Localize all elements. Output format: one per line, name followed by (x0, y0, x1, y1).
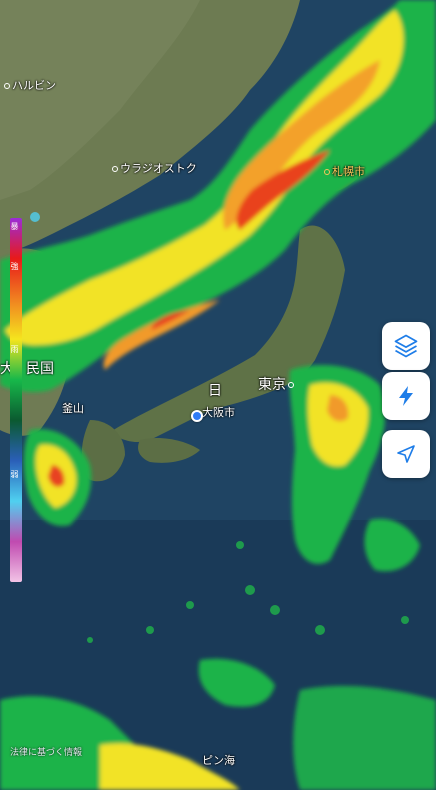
location-arrow-icon (397, 445, 415, 463)
locate-button[interactable] (382, 430, 430, 478)
layers-icon (394, 334, 418, 358)
label-korea-partial-b: 民国 (26, 361, 54, 377)
label-harbin: ハルビン (4, 77, 56, 93)
precipitation-legend (10, 218, 22, 582)
lightning-button[interactable] (382, 372, 430, 420)
legend-label-top: 暴 (10, 222, 19, 230)
label-vladivostok: ウラジオストク (112, 160, 197, 176)
label-osaka: 大阪市 (202, 406, 235, 419)
legend-label-upper: 強 (10, 262, 19, 270)
attribution-text[interactable]: 法律に基づく情報 (10, 745, 82, 758)
current-location-pin[interactable] (191, 410, 203, 422)
radar-map[interactable]: ハルビン ウラジオストク 札幌市 東京 日 大阪市 釜山 民国 大 ピン海 暴 … (0, 0, 436, 790)
label-sapporo: 札幌市 (324, 163, 365, 179)
label-tokyo: 東京 (258, 374, 296, 394)
label-sea: ピン海 (202, 754, 235, 767)
label-japan-char: 日 (208, 383, 222, 399)
label-busan: 釜山 (62, 402, 84, 415)
layers-button[interactable] (382, 322, 430, 370)
legend-label-lower: 弱 (10, 470, 19, 478)
legend-label-middle: 雨 (10, 345, 19, 353)
lightning-icon (399, 386, 413, 406)
